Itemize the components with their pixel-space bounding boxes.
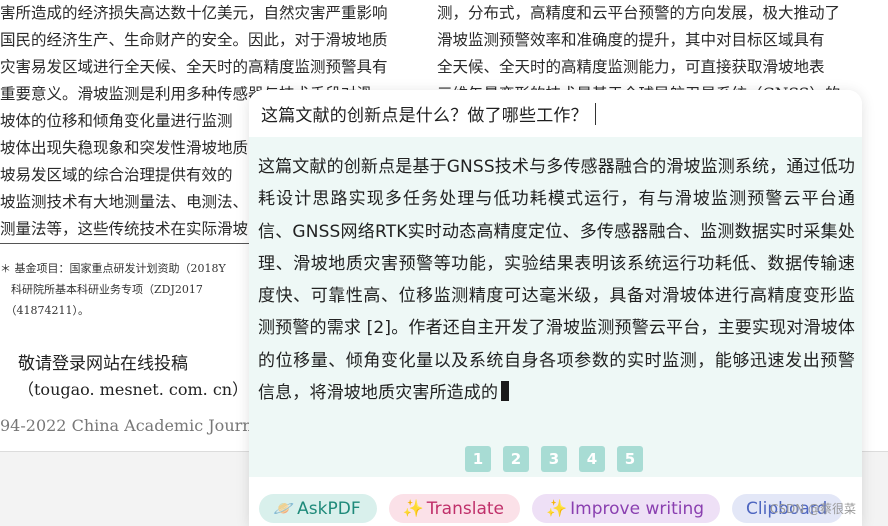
askpdf-button[interactable]: 🪐 AskPDF — [259, 494, 377, 523]
improve-writing-button[interactable]: ✨ Improve writing — [532, 494, 721, 523]
ai-assistant-panel: 这篇文献的创新点是什么？做了哪些工作？ 这篇文献的创新点是基于GNSS技术与多传… — [249, 90, 862, 526]
action-chips: 🪐 AskPDF ✨ Translate ✨ Improve writing C… — [259, 494, 844, 523]
translate-button[interactable]: ✨ Translate — [388, 494, 520, 523]
document-text-line: 国民的经济生产、生命财产的安全。因此，对于滑坡地质 — [0, 31, 388, 49]
submission-notice: 敬请登录网站在线投稿 （tougao. mesnet. com. cn） — [18, 351, 248, 403]
watermark: CSDN @蔡很菜 — [770, 502, 857, 516]
sparkle-icon: ✨ — [402, 498, 424, 519]
question-input[interactable]: 这篇文献的创新点是什么？做了哪些工作？ — [249, 90, 862, 137]
page-button-4[interactable]: 4 — [579, 446, 605, 472]
submission-notice-title: 敬请登录网站在线投稿 — [18, 354, 188, 374]
text-caret — [594, 102, 597, 125]
page-button-2[interactable]: 2 — [503, 446, 529, 472]
submission-notice-url: （tougao. mesnet. com. cn） — [18, 380, 249, 399]
document-text-line: 全天候、全天时的高精度监测能力，可直接获取滑坡地表 — [437, 58, 825, 76]
document-text-line: 灾害易发区域进行全天候、全天时的高精度监测预警具有 — [0, 58, 388, 76]
answer-pager: 1 2 3 4 5 — [465, 446, 643, 472]
page-button-5[interactable]: 5 — [617, 446, 643, 472]
document-text-line: 害所造成的经济损失高达数十亿美元，自然灾害严重影响 — [0, 4, 388, 22]
translate-label: Translate — [426, 498, 504, 519]
askpdf-label: AskPDF — [297, 498, 361, 519]
planet-icon: 🪐 — [273, 498, 295, 519]
document-text-line: 测，分布式，高精度和云平台预警的方向发展，极大推动了 — [437, 4, 841, 22]
answer-content: 这篇文献的创新点是基于GNSS技术与多传感器融合的滑坡监测系统，通过低功耗设计思… — [258, 157, 855, 404]
improve-writing-label: Improve writing — [570, 498, 705, 519]
streaming-cursor — [501, 381, 510, 402]
page-button-3[interactable]: 3 — [541, 446, 567, 472]
magic-wand-icon: ✨ — [546, 498, 568, 519]
document-text-line: 滑坡监测预警效率和准确度的提升，其中对目标区域具有 — [437, 31, 825, 49]
question-text[interactable]: 这篇文献的创新点是什么？做了哪些工作？ — [261, 101, 588, 126]
answer-area: 这篇文献的创新点是基于GNSS技术与多传感器融合的滑坡监测系统，通过低功耗设计思… — [249, 137, 862, 477]
answer-text: 这篇文献的创新点是基于GNSS技术与多传感器融合的滑坡监测系统，通过低功耗设计思… — [258, 151, 855, 409]
page-button-1[interactable]: 1 — [465, 446, 491, 472]
